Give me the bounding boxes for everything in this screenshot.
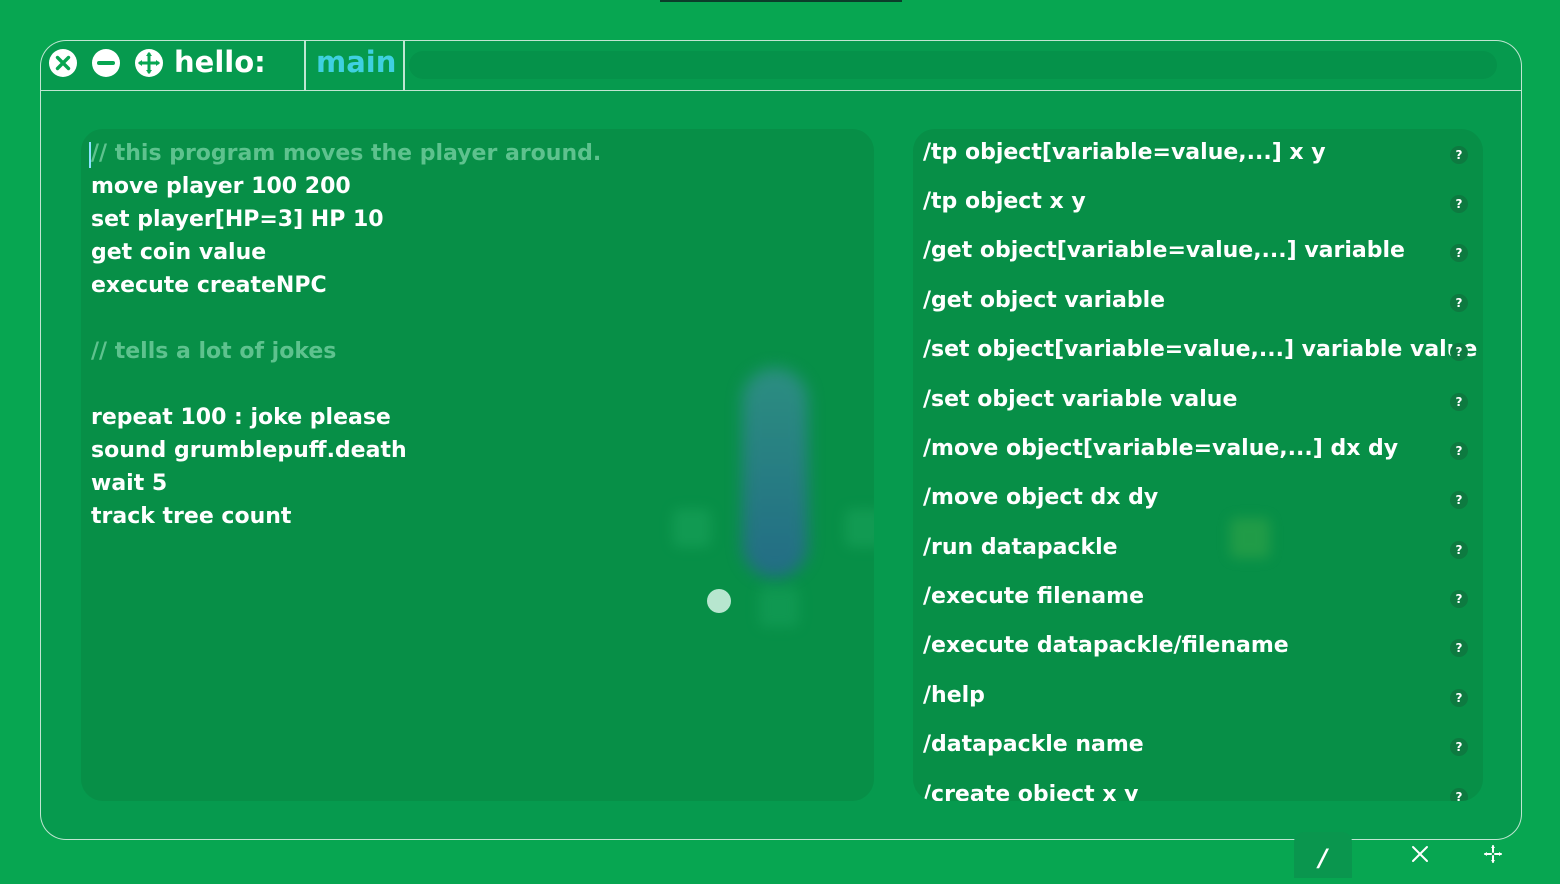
x-icon[interactable] xyxy=(1402,832,1438,878)
pointer-dot xyxy=(707,589,731,613)
window-title: hello: xyxy=(174,45,266,79)
command-item[interactable]: /set object variable value ? xyxy=(913,379,1483,423)
help-icon[interactable]: ? xyxy=(1450,639,1468,657)
help-icon[interactable]: ? xyxy=(1450,146,1468,164)
tab-strip xyxy=(409,51,1497,79)
command-label: /get object[variable=value,...] variable xyxy=(923,238,1405,263)
command-label: /tp object x y xyxy=(923,189,1086,214)
help-icon[interactable]: ? xyxy=(1450,541,1468,559)
command-item[interactable]: /set object[variable=value,...] variable… xyxy=(913,329,1483,373)
code-line-comment: // this program moves the player around. xyxy=(91,141,602,166)
code-line: get coin value xyxy=(91,240,267,265)
help-icon[interactable]: ? xyxy=(1450,590,1468,608)
help-icon[interactable]: ? xyxy=(1450,244,1468,262)
tab-divider xyxy=(304,41,306,90)
command-mode-button[interactable]: / xyxy=(1294,832,1352,878)
command-item[interactable]: /move object[variable=value,...] dx dy ? xyxy=(913,428,1483,472)
minimize-icon[interactable] xyxy=(90,47,122,79)
command-item[interactable]: /tp object[variable=value,...] x y ? xyxy=(913,132,1483,176)
code-line: wait 5 xyxy=(91,471,168,496)
command-label: /help xyxy=(923,683,985,708)
tab-main[interactable]: main xyxy=(316,45,396,79)
code-line: set player[HP=3] HP 10 xyxy=(91,207,384,232)
code-line: execute createNPC xyxy=(91,273,327,298)
command-label: /get object variable xyxy=(923,288,1166,313)
command-label: /set object variable value xyxy=(923,387,1238,412)
code-line: sound grumblepuff.death xyxy=(91,438,407,463)
command-label: /move object dx dy xyxy=(923,485,1159,510)
command-item[interactable]: /create object x y ? xyxy=(913,774,1483,801)
command-item[interactable]: /datapackle name ? xyxy=(913,724,1483,768)
move-icon[interactable] xyxy=(133,47,165,79)
close-icon[interactable] xyxy=(47,47,79,79)
command-label: /execute filename xyxy=(923,584,1144,609)
player-sprite-blur xyxy=(742,368,808,578)
command-item[interactable]: /tp object x y ? xyxy=(913,181,1483,225)
help-icon[interactable]: ? xyxy=(1450,442,1468,460)
help-icon[interactable]: ? xyxy=(1450,393,1468,411)
command-item[interactable]: /get object variable ? xyxy=(913,280,1483,324)
code-line: repeat 100 : joke please xyxy=(91,405,391,430)
code-editor[interactable]: // this program moves the player around.… xyxy=(81,129,874,801)
code-line-comment: // tells a lot of jokes xyxy=(91,339,337,364)
command-item[interactable]: /help ? xyxy=(913,675,1483,719)
command-label: /set object[variable=value,...] variable… xyxy=(923,337,1478,362)
command-label: /run datapackle xyxy=(923,535,1118,560)
command-label: /move object[variable=value,...] dx dy xyxy=(923,436,1399,461)
command-label: /create object x y xyxy=(923,782,1139,801)
tab-divider xyxy=(403,41,405,90)
command-item[interactable]: /get object[variable=value,...] variable… xyxy=(913,230,1483,274)
help-icon[interactable]: ? xyxy=(1450,689,1468,707)
background-sprite-blur xyxy=(1230,518,1270,558)
background-sprite-blur xyxy=(673,509,711,547)
command-label: /datapackle name xyxy=(923,732,1144,757)
help-icon[interactable]: ? xyxy=(1450,491,1468,509)
title-bar: hello: main xyxy=(41,41,1521,91)
code-line: move player 100 200 xyxy=(91,174,351,199)
help-icon[interactable]: ? xyxy=(1450,195,1468,213)
command-label: /tp object[variable=value,...] x y xyxy=(923,140,1326,165)
help-icon[interactable]: ? xyxy=(1450,294,1468,312)
command-item[interactable]: /move object dx dy ? xyxy=(913,477,1483,521)
command-item[interactable]: /execute datapackle/filename ? xyxy=(913,625,1483,669)
help-icon[interactable]: ? xyxy=(1450,738,1468,756)
command-item[interactable]: /run datapackle ? xyxy=(913,527,1483,571)
background-sprite-blur xyxy=(845,509,874,547)
background-sprite-blur xyxy=(759,587,799,627)
top-accent-bar xyxy=(660,0,902,2)
command-label: /execute datapackle/filename xyxy=(923,633,1289,658)
console-window: hello: main // this program moves the pl… xyxy=(40,40,1522,840)
command-item[interactable]: /execute filename ? xyxy=(913,576,1483,620)
code-line: track tree count xyxy=(91,504,292,529)
help-icon[interactable]: ? xyxy=(1450,343,1468,361)
crosshair-icon[interactable] xyxy=(1476,832,1510,878)
command-list: /tp object[variable=value,...] x y ? /tp… xyxy=(913,129,1483,801)
help-icon[interactable]: ? xyxy=(1450,788,1468,801)
